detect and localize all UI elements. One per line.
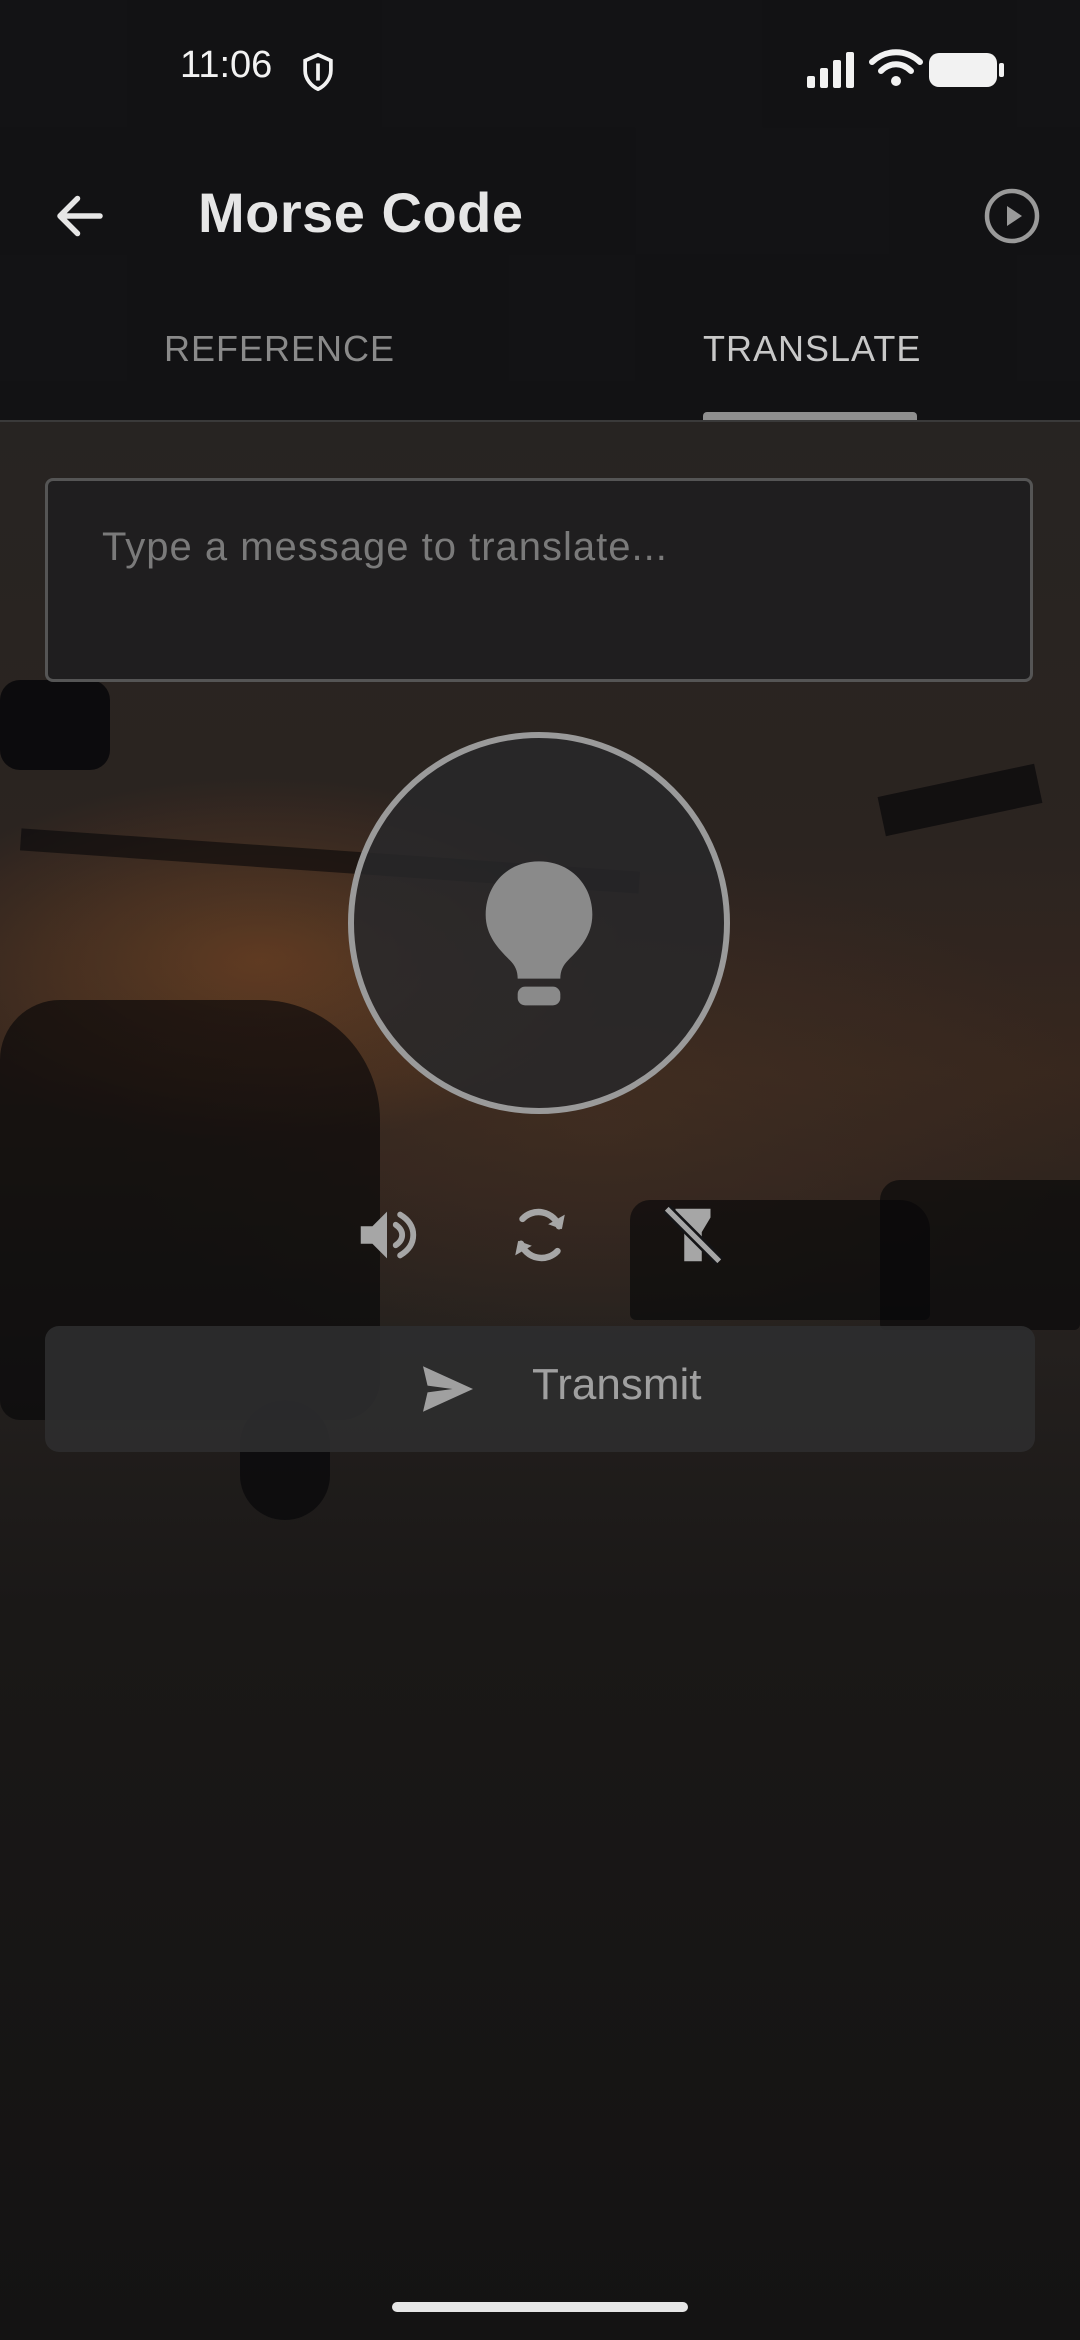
- signal-icon: [807, 52, 854, 88]
- repeat-icon[interactable]: [505, 1200, 575, 1270]
- flashlight-off-icon[interactable]: [658, 1200, 728, 1270]
- battery-icon: [929, 53, 1004, 87]
- flash-light-button[interactable]: [348, 732, 730, 1114]
- status-time: 11:06: [180, 44, 273, 86]
- play-circle-icon[interactable]: [982, 186, 1042, 246]
- tab-reference[interactable]: REFERENCE: [164, 328, 395, 370]
- volume-icon[interactable]: [352, 1200, 422, 1270]
- app-bar: Morse Code: [0, 150, 1080, 280]
- shield-icon: [303, 52, 333, 92]
- status-bar: 11:06: [0, 0, 1080, 140]
- tab-translate[interactable]: TRANSLATE: [703, 328, 921, 370]
- tab-indicator: [703, 412, 917, 420]
- arrow-left-icon[interactable]: [50, 186, 110, 246]
- message-input-field: [45, 478, 1033, 682]
- wifi-icon: [869, 49, 923, 86]
- lightbulb-icon: [485, 861, 593, 1006]
- tab-bar: REFERENCE TRANSLATE: [0, 300, 1080, 422]
- message-input[interactable]: [100, 523, 984, 647]
- page-title: Morse Code: [198, 181, 524, 244]
- transmit-label: Transmit: [532, 1360, 702, 1409]
- send-icon: [423, 1366, 473, 1412]
- home-indicator[interactable]: [392, 2302, 688, 2312]
- transmit-button[interactable]: Transmit: [45, 1326, 1035, 1452]
